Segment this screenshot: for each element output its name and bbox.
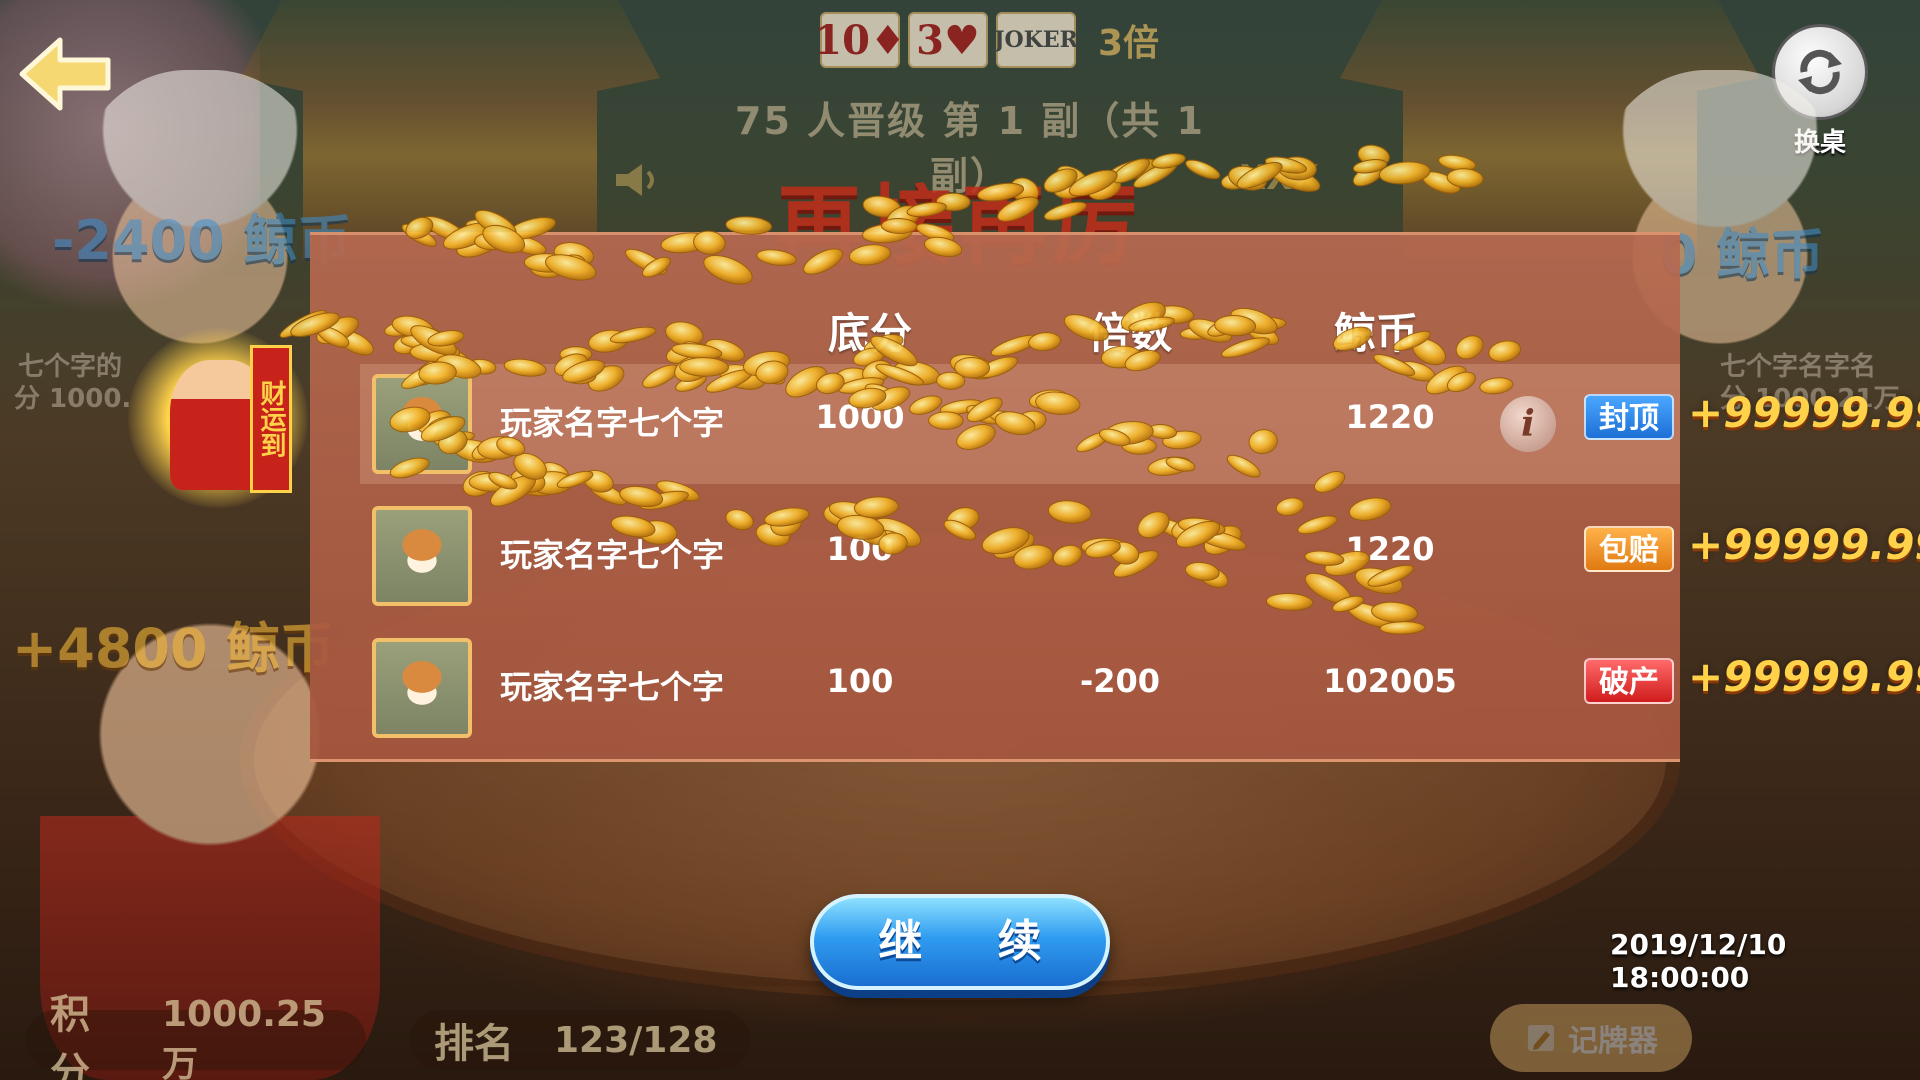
table-row: 玩家名字七个字 100 -200 102005 破产 +99999.99 <box>360 628 1920 748</box>
timestamp: 2019/12/10 18:00:00 <box>1610 928 1787 994</box>
rank-value: 123/128 <box>554 1019 718 1061</box>
score-pill: 积分 1000.25万 <box>26 992 366 1080</box>
column-multiplier: 倍数 <box>1087 309 1172 358</box>
multiplier-value: -200 <box>1079 662 1161 700</box>
base-score: 100 <box>826 662 894 700</box>
fortune-banner: 财运到 <box>250 345 292 493</box>
opponent-left-coin-change: -2400 鲸币 <box>52 209 352 272</box>
opponent-left-score: 分 1000. <box>14 384 132 414</box>
column-base-score: 底分 <box>827 309 912 358</box>
card-3-heart: 3♥ <box>908 12 988 68</box>
continue-button[interactable]: 继 续 <box>810 894 1110 990</box>
bottom-cards-strip: 10♦ 3♥ JOKER 3倍 <box>814 10 1160 70</box>
opponent-right-coin-change: 0 鲸币 <box>1660 223 1825 286</box>
win-amount: +99999.99 <box>1688 388 1920 437</box>
player-avatar <box>372 374 472 474</box>
base-score: 1000 <box>815 398 905 436</box>
coin-value: 102005 <box>1323 662 1457 700</box>
info-icon[interactable]: i <box>1500 396 1556 452</box>
column-coins: 鲸币 <box>1333 309 1418 358</box>
player-avatar <box>372 638 472 738</box>
pencil-icon <box>1528 1025 1554 1051</box>
table-row: 玩家名字七个字 100 1220 包赔 +99999.99 <box>360 496 1920 616</box>
rank-label: 排名 <box>434 1021 514 1067</box>
score-value: 1000.25万 <box>162 993 326 1080</box>
status-badge: 破产 <box>1584 658 1674 704</box>
card-recorder-button[interactable]: 记牌器 <box>1490 1004 1692 1072</box>
player-name: 玩家名字七个字 <box>500 536 725 574</box>
self-coin-change: +4800 鲸币 <box>12 617 335 680</box>
score-label: 积分 <box>50 992 90 1080</box>
table-row: 玩家名字七个字 1000 1220 i 封顶 +99999.99 <box>360 364 1920 484</box>
card-10-diamond: 10♦ <box>814 12 906 68</box>
coin-value: 1220 <box>1345 530 1435 568</box>
announcement-text: XXX <box>1240 158 1319 198</box>
player-name: 玩家名字七个字 <box>500 404 725 442</box>
multiplier-label: 3倍 <box>1098 23 1160 64</box>
speaker-icon <box>616 164 654 196</box>
base-score: 100 <box>826 530 894 568</box>
status-badge: 封顶 <box>1584 394 1674 440</box>
player-avatar <box>372 506 472 606</box>
win-amount: +99999.99 <box>1688 520 1920 569</box>
win-amount: +99999.99 <box>1688 652 1920 701</box>
coin-value: 1220 <box>1345 398 1435 436</box>
rank-pill: 排名 123/128 <box>410 1010 750 1070</box>
status-badge: 包赔 <box>1584 526 1674 572</box>
card-joker: JOKER <box>994 12 1078 68</box>
back-arrow-icon[interactable] <box>16 32 116 116</box>
player-name: 玩家名字七个字 <box>500 668 725 706</box>
card-recorder-label: 记牌器 <box>1568 1024 1658 1059</box>
